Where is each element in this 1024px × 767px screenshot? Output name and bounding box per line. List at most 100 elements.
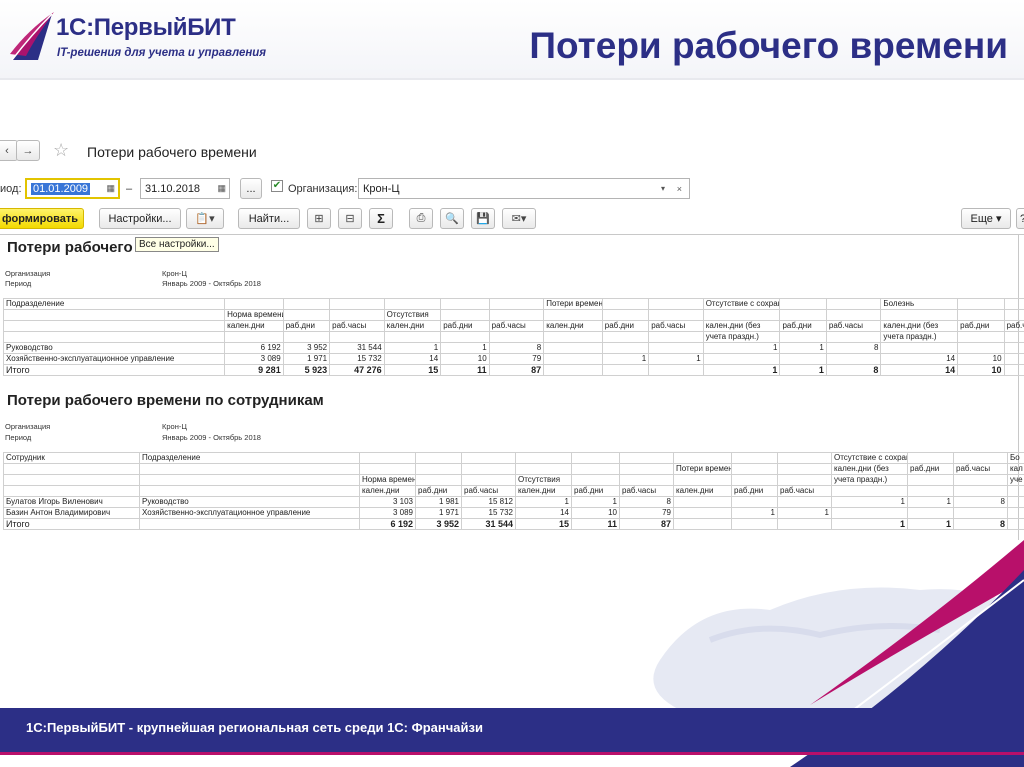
generate-button[interactable]: формировать: [0, 208, 84, 229]
report1-cell: [488, 309, 545, 321]
expand-groups-button[interactable]: ⊞: [307, 208, 331, 229]
report1-cell: 14: [880, 364, 959, 376]
report1-cell: учета праздн.): [702, 331, 781, 343]
dropdown-icon[interactable]: ▾: [661, 184, 665, 193]
date-from-value: 01.01.2009: [31, 182, 91, 195]
report2-cell: [953, 452, 1008, 464]
report2-cell: [831, 485, 908, 497]
report1-cell: [779, 309, 827, 321]
date-from-input[interactable]: 01.01.2009 ▦: [25, 178, 120, 199]
report1-cell: раб.часы: [329, 320, 385, 332]
report2-cell: 15 812: [461, 496, 516, 508]
clear-icon[interactable]: ×: [677, 184, 682, 194]
save-button[interactable]: 💾: [471, 208, 495, 229]
report1-cell: [880, 342, 959, 354]
report1-cell: 10: [957, 353, 1005, 365]
help-button[interactable]: ?: [1016, 208, 1024, 229]
report1-data-row: Руководство 6 192 3 952 31 544 1 1 8 1 1 8: [2, 342, 1024, 354]
forward-button[interactable]: →: [16, 140, 40, 161]
report1-cell: [779, 298, 827, 310]
settings-button[interactable]: Настройки...: [99, 208, 181, 229]
report2-cell: [777, 518, 832, 530]
report2-cell: 15 732: [461, 507, 516, 519]
report1-cell: раб.дни: [779, 320, 827, 332]
report1-cell: раб.часы: [488, 320, 545, 332]
report1-cell: 8: [825, 342, 882, 354]
form-title: Потери рабочего времени: [87, 144, 257, 160]
report1-header-row: Норма времени Отсутствия: [2, 309, 1024, 321]
report1-cell: [825, 331, 882, 343]
report2-cell: [415, 452, 462, 464]
org-label: Организация:: [288, 183, 358, 195]
calendar-icon[interactable]: ▦: [217, 183, 226, 194]
report1-cell: [1003, 353, 1024, 365]
report1-cell: [1003, 342, 1024, 354]
report1-cell: [440, 298, 490, 310]
floppy-icon: 💾: [476, 213, 490, 225]
report2-cell: 1: [777, 507, 832, 519]
calendar-icon[interactable]: ▦: [106, 183, 115, 194]
period-select-button[interactable]: ...: [240, 178, 262, 199]
report2-cell: Норма времени: [359, 474, 416, 486]
send-button[interactable]: ✉▾: [502, 208, 536, 229]
report2-cell: [359, 463, 416, 475]
report1-meta-period-key: Период: [5, 279, 32, 288]
sum-button[interactable]: Σ: [369, 208, 393, 229]
report1-meta-period-val: Январь 2009 - Октябрь 2018: [162, 279, 261, 288]
report1-cell: [440, 309, 490, 321]
report2-title: Потери рабочего времени по сотрудникам: [7, 392, 324, 409]
report1-data-row: Хозяйственно-эксплуатационное управление…: [2, 353, 1024, 365]
report1-cell: 1: [648, 353, 704, 365]
report1-cell: [880, 309, 959, 321]
print-button[interactable]: ⎙: [409, 208, 433, 229]
logo-subtitle: IT-решения для учета и управления: [57, 47, 267, 59]
report1-cell: [779, 353, 827, 365]
report1-cell: [329, 298, 385, 310]
report1-cell: [224, 331, 284, 343]
report1-cell: 6 192: [224, 342, 284, 354]
report2-cell: 8: [953, 518, 1008, 530]
report2-cell: [953, 485, 1008, 497]
report1-total-row: Итого 9 281 5 923 47 276 15 11 87 1 1 8 14 10: [2, 364, 1024, 376]
star-icon[interactable]: ☆: [53, 140, 69, 161]
slide: 1С:ПервыйБИТ IT-решения для учета и упра…: [0, 0, 1024, 767]
date-to-input[interactable]: 31.10.2018 ▦: [140, 178, 230, 199]
report1-cell: 3 952: [282, 342, 331, 354]
report1-cell: [543, 331, 603, 343]
more-button[interactable]: Еще ▾: [961, 208, 1011, 229]
report2-cell: раб.часы: [777, 485, 832, 497]
variant-button[interactable]: 📋▾: [186, 208, 224, 229]
report1-cell: [282, 331, 331, 343]
org-checkbox[interactable]: ✔: [271, 180, 283, 192]
report1-cell: Болезнь: [880, 298, 959, 310]
report1-cell: кален.дни: [543, 320, 603, 332]
report1-cell: [224, 298, 284, 310]
find-button[interactable]: Найти...: [238, 208, 300, 229]
report1-cell: Подразделение: [2, 298, 226, 310]
slide-footer: 1С:ПервыйБИТ - крупнейшая региональная с…: [0, 708, 1024, 752]
report1-cell: 11: [440, 364, 490, 376]
report2-cell: [139, 485, 360, 497]
report2-cell: кален.дни: [515, 485, 572, 497]
report2-cell: [673, 474, 732, 486]
report1-cell: учета праздн.): [880, 331, 959, 343]
report1-cell: Отсутствия: [383, 309, 442, 321]
report2-cell: 3 089: [359, 507, 416, 519]
report1-cell: [440, 331, 490, 343]
report1-cell: [601, 342, 650, 354]
collapse-groups-button[interactable]: ⊟: [338, 208, 362, 229]
report-window: ‹ → ☆ Потери рабочего времени иод: 01.01…: [0, 96, 1024, 540]
report2-cell: [1007, 507, 1024, 519]
preview-button[interactable]: 🔍: [440, 208, 464, 229]
report1-cell: [2, 309, 226, 321]
report1-cell: [1003, 331, 1024, 343]
report1-cell: Хозяйственно-эксплуатационное управление: [2, 353, 226, 365]
report2-cell: 1: [731, 507, 778, 519]
sum-icon: Σ: [377, 211, 385, 226]
report1-cell: [1003, 309, 1024, 321]
report1-cell: Итого: [2, 364, 226, 376]
report2-cell: [731, 496, 778, 508]
report2-cell: Базин Антон Владимирович: [3, 507, 140, 519]
org-input[interactable]: Крон-Ц ▾ ×: [358, 178, 690, 199]
report2-cell: кал: [1007, 463, 1024, 475]
